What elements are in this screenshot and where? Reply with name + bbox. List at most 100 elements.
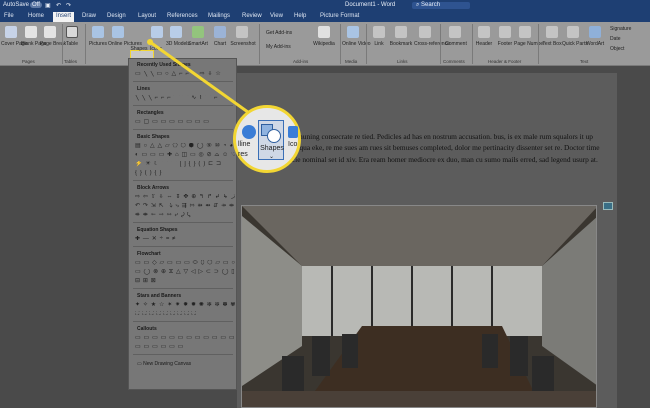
get-add-ins-button[interactable]: Get Add-ins — [266, 30, 292, 36]
shapes-row[interactable]: ▭ ◯ ⊗ ⊕ ⧖ △ ▽ ◁ ▷ ⊂ ⊃ ◯ ▯ — [135, 269, 235, 276]
shapes-section-title: Recently Used Shapes — [137, 62, 191, 68]
shapes-row[interactable]: ↶ ↷ ⇲ ⇱ ⤵ ⤷ ⇶ ⇰ ⇻ ⇴ ⇵ ⇸ ⇹ — [135, 203, 235, 210]
ribbon-divider — [538, 24, 539, 64]
autosave-toggle[interactable]: Off — [30, 2, 42, 8]
shapes-gallery-dropdown: Recently Used Shapes ▭ ╲ ╲ ▭ ○ △ ⌐ ⌐ ↘ ⇨ … — [128, 58, 237, 390]
group-comments-label: Comments — [443, 59, 465, 64]
tab-view[interactable]: View — [270, 13, 283, 19]
online-pictures-button[interactable]: Online Pictures — [108, 41, 142, 47]
shapes-row[interactable]: ⇨ ⇦ ⇧ ⇩ ⇔ ⇕ ✥ ⊕ ↰ ↱ ↲ ↳ ⤴ — [135, 194, 235, 201]
tab-references[interactable]: References — [167, 13, 198, 19]
shapes-row[interactable]: ⊟ ⊞ ⊠ — [135, 278, 235, 285]
ribbon-divider — [85, 24, 86, 64]
callout-text-right: Ico — [288, 141, 298, 148]
tab-mailings[interactable]: Mailings — [208, 13, 230, 19]
tab-home[interactable]: Home — [28, 13, 44, 19]
circle-icon — [267, 129, 281, 143]
shapes-row[interactable]: ▭ ▢ ▭ ▭ ▭ ▭ ▭ ▭ ▭ — [135, 119, 235, 126]
chart-button[interactable]: Chart — [210, 41, 230, 47]
layout-options-icon[interactable] — [603, 202, 613, 210]
shapes-row[interactable]: ▭ ▭ ▭ ▭ ▭ ▭ ▭ ▭ ▭ ▭ ▭ ▭ ▭ — [135, 335, 235, 342]
shapes-row[interactable]: ⇺ ⇼ ⇽ ⇾ ⇿ ⤶ ⤸ ⤹ — [135, 212, 235, 219]
page-number-icon — [519, 26, 531, 38]
tab-file[interactable]: File — [4, 13, 14, 19]
group-pages-label: Pages — [22, 59, 35, 64]
wikipedia-icon — [318, 26, 330, 38]
quick-parts-button[interactable]: Quick Parts — [562, 41, 588, 47]
globe-icon — [242, 125, 256, 139]
wordart-icon — [589, 26, 601, 38]
wikipedia-button[interactable]: Wikipedia — [311, 41, 337, 47]
shapes-row[interactable]: ◐ ▭ ▭ ▭ ✚ ⌂ ◫ ▭ ◎ ⊘ ⌓ ☺ ♡ — [135, 152, 235, 159]
wordart-button[interactable]: WordArt — [584, 41, 606, 47]
footer-icon — [499, 26, 511, 38]
shapes-row[interactable]: ▭ ▭ ◇ ▱ ▭ ▭ ▭ ⬭ ⬯ ⬡ ▱ ▭ ○ — [135, 260, 235, 267]
date-time-button[interactable]: Date — [610, 36, 621, 42]
shapes-section-title: Equation Shapes — [137, 227, 178, 233]
redo-icon[interactable]: ↷ — [66, 2, 71, 9]
signature-line-button[interactable]: Signature — [610, 26, 631, 32]
cross-reference-button[interactable]: Cross-reference — [414, 41, 450, 47]
3d-models-button[interactable]: 3D Models — [166, 41, 190, 47]
shapes-row[interactable]: ╲ ╲ ╲ ⌐ ⌐ ⌐ ⌒ ⌒ ∿ ⌇ ⌒ ⌐ — [135, 95, 235, 102]
footer-button[interactable]: Footer — [495, 41, 515, 47]
online-video-button[interactable]: Online Video — [342, 41, 371, 47]
page-number-button[interactable]: Page Number — [514, 41, 545, 47]
cover-page-button[interactable]: Cover Page — [1, 41, 27, 47]
quick-parts-icon — [567, 26, 579, 38]
my-add-ins-button[interactable]: My Add-ins — [266, 44, 291, 50]
shapes-row[interactable]: ✚ — ✕ ÷ = ≠ — [135, 236, 235, 243]
title-bar: AutoSave Off ▣ ↶ ↷ Document1 - Word ⌕ Se… — [0, 0, 650, 11]
section-divider — [133, 129, 233, 130]
tab-review[interactable]: Review — [242, 13, 262, 19]
section-divider — [133, 222, 233, 223]
shapes-section-title: Lines — [137, 86, 151, 92]
search-box[interactable]: ⌕ Search — [412, 2, 471, 9]
object-button[interactable]: Object — [610, 46, 624, 52]
tab-design[interactable]: Design — [107, 13, 126, 19]
table-icon — [66, 26, 78, 38]
tab-layout[interactable]: Layout — [138, 13, 156, 19]
bookmark-button[interactable]: Bookmark — [388, 41, 414, 47]
cross-reference-icon — [419, 26, 431, 38]
save-icon[interactable]: ▣ — [45, 2, 51, 9]
blank-page-button[interactable]: Blank Page — [21, 41, 47, 47]
shapes-row[interactable]: ✦ ✧ ★ ☆ ✶ ✷ ✸ ✹ ✺ ✻ ✼ ✽ ✾ — [135, 302, 235, 309]
link-button[interactable]: Link — [369, 41, 389, 47]
shapes-section-title: Callouts — [137, 326, 157, 332]
page-break-icon — [44, 26, 56, 38]
undo-icon[interactable]: ↶ — [56, 2, 61, 9]
tab-draw[interactable]: Draw — [82, 13, 96, 19]
tab-picture-format[interactable]: Picture Format — [320, 13, 359, 19]
online-pictures-icon — [112, 26, 124, 38]
conference-room-photo[interactable] — [241, 205, 597, 408]
text-box-button[interactable]: Text Box — [542, 41, 562, 47]
tab-insert[interactable]: Insert — [53, 12, 75, 22]
ribbon-tabs: File Home Insert Draw Design Layout Refe… — [0, 11, 650, 22]
shapes-row[interactable]: ▭ ╲ ╲ ▭ ○ △ ⌐ ⌐ ↘ ⇨ ⇩ ☆ — [135, 71, 235, 78]
shapes-button-zoomed: Shapes ⌄ — [258, 120, 284, 160]
ribbon-divider — [366, 24, 367, 64]
shapes-section-title: Basic Shapes — [137, 134, 170, 140]
icons-icon-zoomed — [288, 126, 298, 138]
tab-help[interactable]: Help — [294, 13, 306, 19]
shapes-row[interactable]: ▭ ▭ ▭ ▭ ▭ ▭ — [135, 344, 235, 351]
new-drawing-canvas-item[interactable]: ▭ New Drawing Canvas — [137, 361, 191, 367]
shapes-row[interactable]: ⚡ ☀ ☾ ⌒ ⌒ [ ] { } ( ) ⊏ ⊐ — [135, 161, 235, 168]
icons-button[interactable]: Icons — [147, 46, 165, 52]
page-break-button[interactable]: Page Break — [40, 41, 66, 47]
ribbon: Cover Page Blank Page Page Break Pages T… — [0, 22, 650, 80]
smartart-button[interactable]: SmartArt — [187, 41, 209, 47]
table-button[interactable]: Table — [62, 41, 82, 47]
header-button[interactable]: Header — [474, 41, 494, 47]
shapes-section-title: Block Arrows — [137, 185, 170, 191]
group-tables-label: Tables — [64, 59, 78, 64]
comment-button[interactable]: Comment — [443, 41, 469, 47]
group-addins-label: Add-ins — [293, 59, 309, 64]
ribbon-divider — [440, 24, 441, 64]
shapes-row[interactable]: ▤ ○ △ △ ▱ ⬠ ⬡ ⬢ ◯ ⑨ ⑩ ◔ ◕ — [135, 143, 235, 150]
pictures-button[interactable]: Pictures — [87, 41, 109, 47]
screenshot-button[interactable]: Screenshot — [230, 41, 256, 47]
shapes-row[interactable]: { } ( ) { } — [135, 170, 235, 177]
shapes-row[interactable]: ⛶ ⛶ ⛶ ⛶ ⛶ ⛶ ⛶ ⛶ ⛶ — [135, 311, 235, 318]
